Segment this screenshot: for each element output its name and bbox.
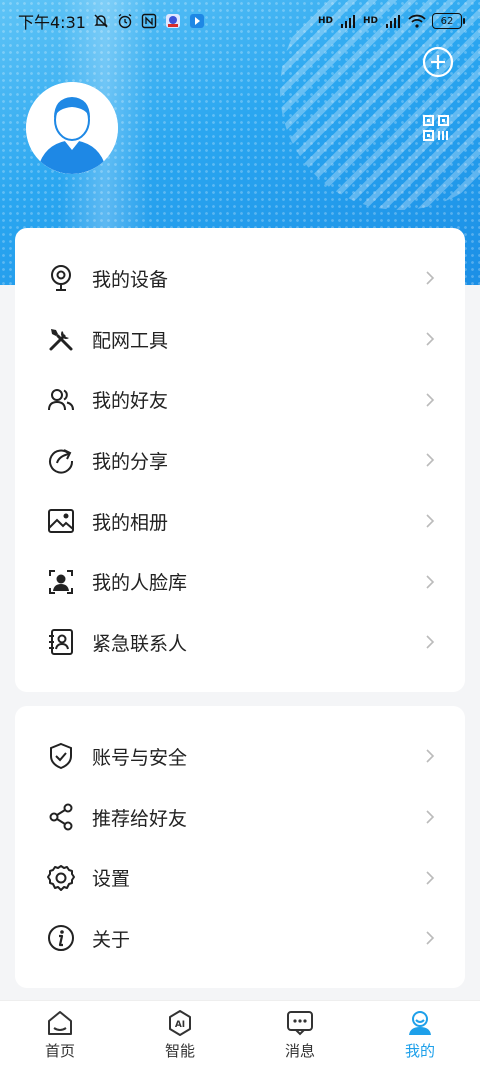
nav-label-smart: 智能 (164, 1041, 195, 1060)
share-icon (47, 803, 75, 831)
status-bar: 下午4:31 HD HD 62 (0, 0, 480, 42)
menu-item-about[interactable]: 关于 (15, 908, 465, 969)
menu-card-secondary: 账号与安全 推荐给好友 设置 关于 (15, 706, 465, 988)
menu-card-primary: 我的设备 配网工具 我的好友 我的分享 我的相册 我的人脸库 紧急联系人 (15, 228, 465, 692)
menu-item-network-tools[interactable]: 配网工具 (15, 309, 465, 370)
alarm-icon (116, 12, 134, 30)
menu-label: 我的好友 (92, 390, 169, 413)
friends-icon (47, 386, 75, 414)
avatar[interactable] (26, 82, 118, 174)
signal-icon-2 (384, 12, 402, 30)
menu-item-my-share[interactable]: 我的分享 (15, 430, 465, 491)
mute-bell-icon (92, 12, 110, 30)
chevron-right-icon (423, 746, 437, 766)
signal-icon (339, 12, 357, 30)
bottom-navigation: 首页 AI 智能 消息 我的 (0, 1000, 480, 1067)
app-notification-icon (164, 12, 182, 30)
album-icon (47, 507, 75, 535)
chevron-right-icon (423, 572, 437, 592)
info-icon (47, 924, 75, 952)
chevron-right-icon (423, 807, 437, 827)
chevron-right-icon (423, 390, 437, 410)
menu-label: 紧急联系人 (92, 632, 188, 655)
menu-item-my-face-library[interactable]: 我的人脸库 (15, 551, 465, 612)
message-icon (285, 1008, 315, 1038)
nav-label-messages: 消息 (284, 1041, 315, 1060)
chevron-right-icon (423, 450, 437, 470)
menu-item-account-security[interactable]: 账号与安全 (15, 726, 465, 787)
contact-book-icon (47, 628, 75, 656)
svg-text:AI: AI (175, 1020, 185, 1030)
menu-item-my-album[interactable]: 我的相册 (15, 491, 465, 552)
battery-indicator: 62 (432, 13, 465, 29)
nav-label-home: 首页 (44, 1041, 75, 1060)
gear-icon (47, 864, 75, 892)
ai-icon: AI (165, 1008, 195, 1038)
menu-label: 配网工具 (92, 329, 169, 352)
chevron-right-icon (423, 868, 437, 888)
face-icon (47, 568, 75, 596)
user-avatar-icon (26, 82, 118, 174)
wifi-icon (408, 12, 426, 30)
signal-hd-label-1: HD (317, 16, 333, 26)
qr-code-icon (423, 115, 449, 141)
menu-label: 我的设备 (92, 268, 169, 291)
nav-item-messages[interactable]: 消息 (240, 1001, 360, 1067)
camera-icon (47, 264, 75, 292)
menu-item-emergency-contacts[interactable]: 紧急联系人 (15, 612, 465, 673)
nav-item-home[interactable]: 首页 (0, 1001, 120, 1067)
menu-label: 关于 (92, 928, 131, 951)
tools-icon (47, 325, 75, 353)
app-notification-blue-icon (188, 12, 206, 30)
menu-label: 设置 (92, 868, 131, 891)
menu-item-recommend-friends[interactable]: 推荐给好友 (15, 787, 465, 848)
nav-label-mine: 我的 (404, 1041, 435, 1060)
menu-label: 我的分享 (92, 450, 169, 473)
plus-circle-icon (422, 46, 454, 78)
menu-label: 账号与安全 (92, 746, 188, 769)
chevron-right-icon (423, 268, 437, 288)
shield-icon (47, 742, 75, 770)
chevron-right-icon (423, 632, 437, 652)
menu-item-my-devices[interactable]: 我的设备 (15, 248, 465, 309)
menu-item-my-friends[interactable]: 我的好友 (15, 369, 465, 430)
share-circle-icon (47, 446, 75, 474)
status-time: 下午4:31 (18, 13, 86, 32)
chevron-right-icon (423, 329, 437, 349)
menu-item-settings[interactable]: 设置 (15, 847, 465, 908)
signal-hd-label-2: HD (362, 16, 378, 26)
nfc-icon (140, 12, 158, 30)
profile-icon (405, 1008, 435, 1038)
qr-code-button[interactable] (418, 110, 454, 146)
menu-label: 我的相册 (92, 511, 169, 534)
nav-item-mine[interactable]: 我的 (360, 1001, 480, 1067)
nav-item-smart[interactable]: AI 智能 (120, 1001, 240, 1067)
menu-label: 推荐给好友 (92, 807, 188, 830)
menu-label: 我的人脸库 (92, 572, 188, 595)
add-button[interactable] (420, 44, 456, 80)
home-icon (45, 1008, 75, 1038)
chevron-right-icon (423, 928, 437, 948)
chevron-right-icon (423, 511, 437, 531)
